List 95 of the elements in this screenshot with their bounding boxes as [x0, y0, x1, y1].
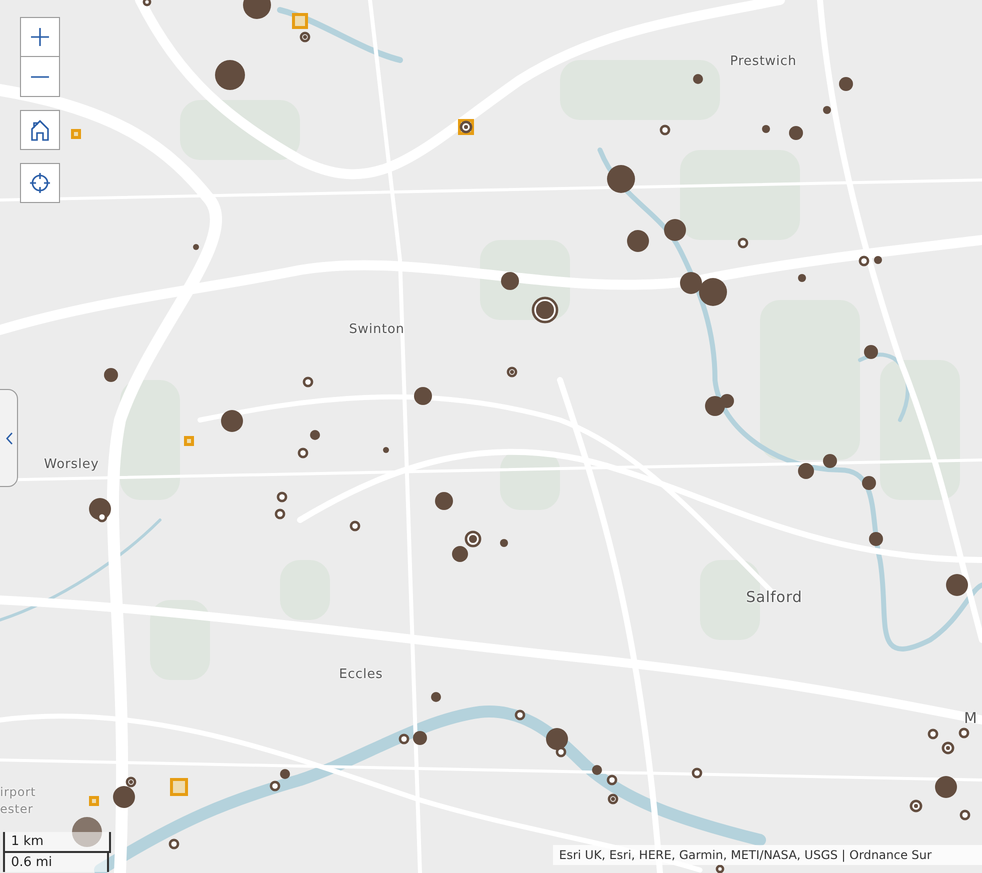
- square-marker[interactable]: [292, 13, 308, 29]
- ring-marker[interactable]: [142, 0, 152, 6]
- place-label: Worsley: [44, 457, 99, 472]
- ring-marker[interactable]: [126, 776, 136, 788]
- point-marker[interactable]: [627, 230, 649, 252]
- ring-marker[interactable]: [168, 838, 180, 850]
- place-label: Eccles: [339, 667, 383, 682]
- point-marker[interactable]: [946, 574, 968, 596]
- place-label: M: [964, 709, 978, 727]
- ring-marker[interactable]: [96, 512, 108, 522]
- ring-marker[interactable]: [514, 710, 526, 720]
- point-marker[interactable]: [452, 546, 468, 562]
- zoom-in-button[interactable]: [20, 17, 60, 57]
- zoom-out-button[interactable]: [20, 57, 60, 97]
- point-marker[interactable]: [874, 256, 882, 264]
- square-marker[interactable]: [184, 436, 194, 446]
- place-label: ester: [0, 802, 34, 816]
- point-marker[interactable]: [823, 106, 831, 114]
- ring-marker[interactable]: [556, 746, 566, 758]
- ring-marker[interactable]: [928, 728, 938, 740]
- point-marker[interactable]: [310, 430, 320, 440]
- point-marker[interactable]: [680, 272, 702, 294]
- point-marker[interactable]: [72, 817, 102, 847]
- point-marker[interactable]: [798, 463, 814, 479]
- point-marker[interactable]: [869, 532, 883, 546]
- point-marker[interactable]: [414, 387, 432, 405]
- point-marker[interactable]: [383, 447, 389, 453]
- square-marker[interactable]: [71, 129, 81, 139]
- ring-marker[interactable]: [738, 238, 748, 248]
- ring-marker[interactable]: [716, 864, 724, 873]
- point-marker[interactable]: [798, 274, 806, 282]
- point-marker[interactable]: [823, 454, 837, 468]
- ring-marker[interactable]: [960, 810, 970, 820]
- point-marker[interactable]: [762, 125, 770, 133]
- ring-marker[interactable]: [942, 742, 954, 754]
- point-marker[interactable]: [501, 272, 519, 290]
- point-marker[interactable]: [699, 278, 727, 306]
- plus-icon: [31, 28, 49, 46]
- square-marker[interactable]: [170, 778, 188, 796]
- point-marker[interactable]: [431, 692, 441, 702]
- point-marker[interactable]: [435, 492, 453, 510]
- locate-button[interactable]: [20, 163, 60, 203]
- ring-marker[interactable]: [464, 530, 482, 548]
- attribution-text: Esri UK, Esri, HERE, Garmin, METI/NASA, USGS | Ordnance Sur: [553, 845, 982, 865]
- map[interactable]: Prestwich Swinton Worsley Salford Eccles M irport ester 1 km 0.6 mi Esri UK, Esri, HERE, Garmin, METI/NASA, USGS | Ordnance Sur: [0, 0, 982, 873]
- point-marker[interactable]: [500, 539, 508, 547]
- point-marker[interactable]: [280, 769, 290, 779]
- ring-marker[interactable]: [608, 794, 618, 804]
- ring-marker[interactable]: [692, 768, 702, 778]
- point-marker[interactable]: [664, 219, 686, 241]
- point-marker[interactable]: [864, 345, 878, 359]
- ring-marker[interactable]: [506, 366, 518, 378]
- place-label: Swinton: [349, 322, 405, 337]
- point-marker[interactable]: [113, 786, 135, 808]
- point-marker[interactable]: [789, 126, 803, 140]
- ring-marker[interactable]: [298, 448, 308, 458]
- point-marker[interactable]: [193, 244, 199, 250]
- minus-icon: [31, 76, 49, 78]
- point-marker[interactable]: [243, 0, 271, 19]
- point-marker[interactable]: [215, 60, 245, 90]
- place-label: Prestwich: [730, 54, 797, 69]
- ring-marker[interactable]: [910, 800, 922, 812]
- locate-icon: [30, 173, 50, 193]
- point-marker[interactable]: [720, 394, 734, 408]
- point-marker[interactable]: [607, 165, 635, 193]
- point-marker[interactable]: [413, 731, 427, 745]
- ring-marker[interactable]: [270, 780, 280, 792]
- point-marker[interactable]: [862, 476, 876, 490]
- ring-marker[interactable]: [302, 376, 314, 388]
- home-icon: [31, 120, 49, 140]
- place-label: irport: [0, 785, 36, 799]
- point-marker[interactable]: [221, 410, 243, 432]
- scale-bar: 1 km: [3, 832, 111, 853]
- ring-marker[interactable]: [274, 508, 286, 520]
- point-marker[interactable]: [935, 776, 957, 798]
- point-marker[interactable]: [839, 77, 853, 91]
- square-marker[interactable]: [89, 796, 99, 806]
- point-marker[interactable]: [693, 74, 703, 84]
- ring-marker[interactable]: [660, 124, 670, 136]
- point-marker[interactable]: [705, 396, 725, 416]
- chevron-left-icon: [6, 432, 13, 444]
- point-marker[interactable]: [104, 368, 118, 382]
- ring-marker[interactable]: [958, 728, 970, 738]
- point-marker[interactable]: [592, 765, 602, 775]
- ring-marker[interactable]: [858, 256, 870, 266]
- point-marker[interactable]: [546, 728, 568, 750]
- ring-marker[interactable]: [276, 492, 288, 502]
- scale-bar: 0.6 mi: [3, 853, 109, 872]
- ring-marker[interactable]: [398, 734, 410, 744]
- ring-marker[interactable]: [532, 296, 558, 324]
- ring-marker[interactable]: [350, 520, 360, 532]
- place-label: Salford: [746, 588, 802, 606]
- home-button[interactable]: [20, 110, 60, 150]
- ring-marker[interactable]: [300, 32, 310, 42]
- ring-marker[interactable]: [606, 774, 618, 786]
